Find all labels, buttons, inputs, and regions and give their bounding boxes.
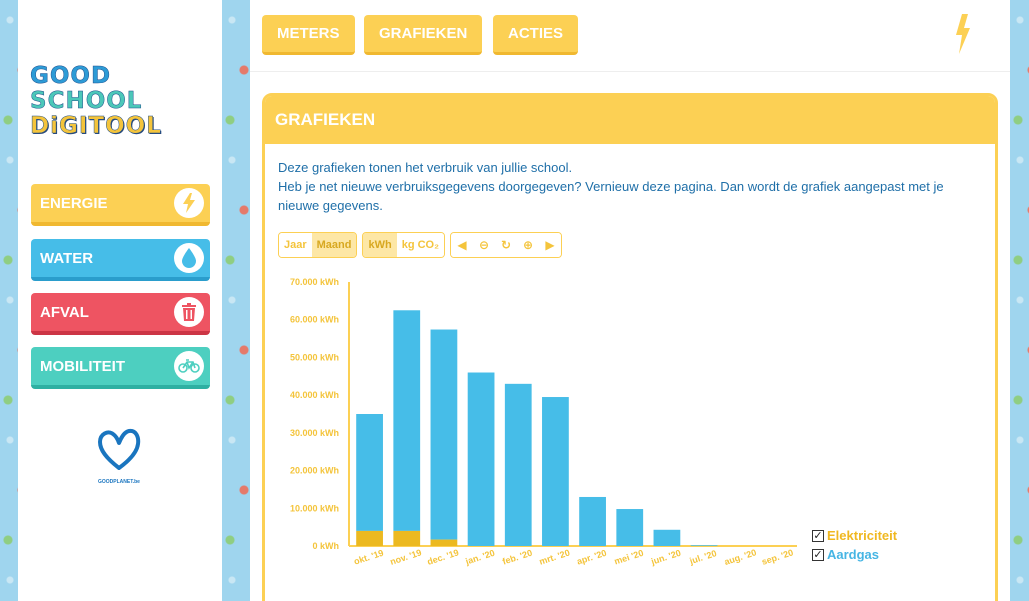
trash-icon	[174, 297, 204, 327]
bar-aardgas	[542, 397, 569, 546]
bar-aardgas	[393, 310, 421, 531]
previous-icon[interactable]: ◀	[451, 233, 473, 257]
unit-co2-button[interactable]: kg CO₂	[396, 233, 444, 257]
background-pattern-left	[0, 0, 18, 601]
bar-aardgas	[653, 529, 681, 546]
sidebar-item-mobiliteit[interactable]: MOBILITEIT	[31, 347, 210, 389]
background-pattern-right	[1010, 0, 1029, 601]
intro-line-2: Heb je net nieuwe verbruiksgegevens door…	[278, 179, 944, 213]
background-pattern-middle	[222, 0, 250, 601]
bar-aardgas	[690, 545, 718, 546]
goodplanet-logo[interactable]: GOODPLANET.be	[94, 428, 144, 485]
bar-elektriciteit	[430, 539, 458, 546]
sidebar-item-label: MOBILITEIT	[40, 357, 125, 375]
tab-grafieken[interactable]: GRAFIEKEN	[364, 15, 483, 55]
panel-title: GRAFIEKEN	[265, 96, 995, 144]
x-tick-label: aug. '20	[723, 547, 758, 567]
bar-aardgas	[616, 509, 644, 546]
y-tick-label: 70.000 kWh	[290, 277, 339, 287]
logo-line-1: GOOD	[30, 63, 112, 89]
x-tick-label: dec. '19	[426, 547, 460, 567]
partner-label: GOODPLANET.be	[98, 479, 140, 485]
x-tick-label: jul. '20	[688, 548, 718, 566]
bar-aardgas	[430, 329, 458, 540]
sidebar-item-label: ENERGIE	[40, 194, 108, 212]
top-bar: METERS GRAFIEKEN ACTIES	[250, 0, 1010, 72]
legend-item-aardgas[interactable]: ✓ Aardgas	[812, 545, 897, 564]
charts-panel: GRAFIEKEN Deze grafieken tonen het verbr…	[262, 93, 998, 601]
sidebar: GOOD SCHOOL DiGITOOL ENERGIE WATER AFVAL…	[18, 0, 222, 601]
legend-label: Aardgas	[827, 547, 880, 562]
legend-item-elektriciteit[interactable]: ✓ Elektriciteit	[812, 526, 897, 545]
x-tick-label: okt. '19	[353, 548, 385, 567]
sidebar-item-label: AFVAL	[40, 303, 89, 321]
y-tick-label: 60.000 kWh	[290, 315, 339, 325]
bar-aardgas	[579, 496, 606, 546]
sidebar-item-label: WATER	[40, 249, 94, 267]
lightning-icon	[954, 14, 972, 59]
period-jaar-button[interactable]: Jaar	[279, 233, 312, 257]
y-tick-label: 50.000 kWh	[290, 352, 339, 362]
y-tick-label: 20.000 kWh	[290, 466, 339, 476]
period-maand-button[interactable]: Maand	[311, 233, 357, 257]
logo-line-2: SCHOOL	[30, 88, 143, 114]
y-tick-label: 10.000 kWh	[290, 503, 339, 513]
checkbox-checked-icon: ✓	[812, 548, 824, 561]
heart-icon	[98, 428, 141, 470]
app-logo[interactable]: GOOD SCHOOL DiGITOOL	[30, 63, 162, 139]
energy-bar-chart: 0 kWh 10.000 kWh 20.000 kWh 30.000 kWh 40.00…	[290, 277, 797, 567]
checkbox-checked-icon: ✓	[812, 529, 824, 542]
chart-legend: ✓ Elektriciteit ✓ Aardgas	[812, 526, 897, 564]
logo-line-3: DiGITOOL	[30, 113, 162, 139]
x-tick-label: jun. '20	[649, 548, 682, 567]
y-tick-label: 40.000 kWh	[290, 390, 339, 400]
sidebar-item-energie[interactable]: ENERGIE	[31, 184, 210, 226]
period-toggle: Jaar Maand	[278, 232, 358, 258]
chart-controls: Jaar Maand kWh kg CO₂ ◀ ⊖ ↻ ⊕ ▶	[278, 232, 562, 258]
y-tick-label: 0 kWh	[312, 541, 339, 551]
reset-icon[interactable]: ↻	[495, 233, 517, 257]
bar-aardgas	[356, 414, 383, 531]
sidebar-item-water[interactable]: WATER	[31, 239, 210, 281]
bar-elektriciteit	[393, 530, 421, 546]
bicycle-icon	[174, 351, 204, 381]
bar-aardgas	[467, 372, 495, 546]
unit-toggle: kWh kg CO₂	[362, 232, 445, 258]
zoom-out-icon[interactable]: ⊖	[473, 233, 495, 257]
unit-kwh-button[interactable]: kWh	[363, 233, 397, 257]
main-content: METERS GRAFIEKEN ACTIES GRAFIEKEN Deze g…	[250, 0, 1010, 601]
x-tick-label: feb. '20	[501, 548, 533, 567]
sidebar-item-afval[interactable]: AFVAL	[31, 293, 210, 335]
tab-acties[interactable]: ACTIES	[493, 15, 579, 55]
x-tick-label: mei '20	[613, 548, 645, 567]
next-icon[interactable]: ▶	[539, 233, 561, 257]
x-tick-label: apr. '20	[576, 548, 608, 567]
x-tick-label: jan. '20	[463, 548, 496, 567]
intro-line-1: Deze grafieken tonen het verbruik van ju…	[278, 160, 573, 175]
water-drop-icon	[174, 243, 204, 273]
zoom-in-icon[interactable]: ⊕	[517, 233, 539, 257]
navigation-controls: ◀ ⊖ ↻ ⊕ ▶	[450, 232, 562, 258]
x-tick-label: sep. '20	[760, 547, 794, 567]
lightning-icon	[174, 188, 204, 218]
bar-aardgas	[504, 383, 532, 546]
x-tick-label: mrt. '20	[538, 548, 571, 567]
x-tick-label: nov. '19	[389, 547, 423, 567]
bar-elektriciteit	[356, 530, 383, 546]
y-tick-label: 30.000 kWh	[290, 428, 339, 438]
tab-meters[interactable]: METERS	[262, 15, 355, 55]
intro-text: Deze grafieken tonen het verbruik van ju…	[265, 144, 995, 215]
legend-label: Elektriciteit	[827, 528, 898, 543]
